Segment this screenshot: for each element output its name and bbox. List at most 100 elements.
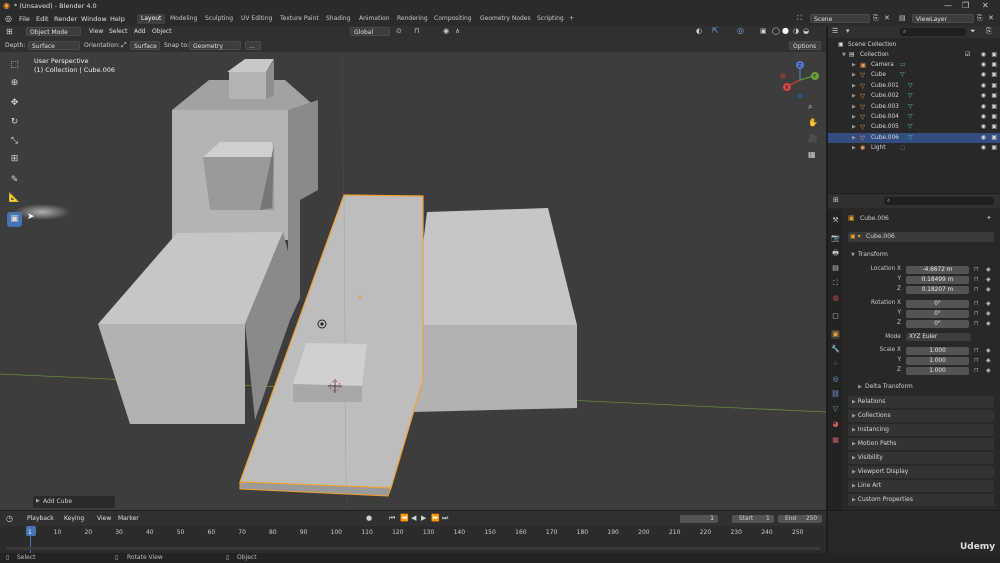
editor-type-icon[interactable]: ⊞ <box>6 27 13 36</box>
eye-icon[interactable]: ◉ <box>981 102 986 112</box>
keyframe-icon[interactable]: ◆ <box>986 286 991 293</box>
zoom-icon[interactable]: ⌕ <box>808 102 812 112</box>
add-workspace-button[interactable]: + <box>565 14 578 24</box>
lock-icon[interactable]: ⊓ <box>974 320 979 327</box>
expand-icon[interactable]: ▶ <box>852 143 856 153</box>
outliner-item[interactable]: ▶ ▣ Camera ▭ ◉ ▣ <box>828 60 1000 70</box>
expand-icon[interactable]: ▶ <box>852 122 856 132</box>
panel-line-art[interactable]: ▶ Line Art <box>848 480 994 492</box>
new-collection-icon[interactable]: ⎘ <box>986 27 992 36</box>
location-z-field[interactable]: 0.18207 m <box>906 286 969 294</box>
outliner-scene-collection[interactable]: ▣ Scene Collection <box>828 40 1000 50</box>
outliner-item[interactable]: ▶ ✺ Light ◌ ◉ ▣ <box>828 143 1000 153</box>
lock-icon[interactable]: ⊓ <box>974 300 979 307</box>
menu-add[interactable]: Add <box>131 27 149 36</box>
render-camera-icon[interactable]: ▣ <box>991 70 997 80</box>
measure-tool-icon[interactable]: 📐 <box>7 191 22 206</box>
scale-z-field[interactable]: 1.000 <box>906 367 969 375</box>
panel-relations[interactable]: ▶ Relations <box>848 396 994 408</box>
render-camera-icon[interactable]: ▣ <box>991 102 997 112</box>
eye-icon[interactable]: ◉ <box>981 122 986 132</box>
world-tab-icon[interactable]: ◍ <box>831 294 840 303</box>
expand-icon[interactable]: ▶ <box>852 91 856 101</box>
cursor-tool-icon[interactable]: ⊕ <box>7 76 22 91</box>
shading-wireframe-icon[interactable]: ◯ <box>772 27 780 35</box>
scale-y-field[interactable]: 1.000 <box>906 357 969 365</box>
expand-icon[interactable]: ▶ <box>852 70 856 80</box>
menu-select[interactable]: Select <box>106 27 131 36</box>
properties-search-input[interactable]: ⌕ <box>884 197 994 205</box>
outliner-item[interactable]: ▶ ▽ Cube.002 ▽ ◉ ▣ <box>828 91 1000 101</box>
eye-icon[interactable]: ◉ <box>981 91 986 101</box>
jump-end-icon[interactable]: ⏭ <box>442 514 448 523</box>
menu-object[interactable]: Object <box>149 27 175 36</box>
data-tab-icon[interactable]: ▽ <box>831 405 840 414</box>
pivot-icon[interactable]: ⊙ <box>396 27 402 35</box>
render-camera-icon[interactable]: ▣ <box>991 143 997 153</box>
xray-icon[interactable]: ▣ <box>760 27 767 35</box>
tab-uv-editing[interactable]: UV Editing <box>237 14 276 24</box>
render-camera-icon[interactable]: ▣ <box>991 60 997 70</box>
keyframe-icon[interactable]: ◆ <box>986 266 991 273</box>
add-cube-tool-icon[interactable]: ▣ <box>7 212 22 227</box>
delta-transform-header[interactable]: ▶ Delta Transform <box>856 382 994 392</box>
lock-icon[interactable]: ⊓ <box>974 347 979 354</box>
expand-icon[interactable]: ▶ <box>852 112 856 122</box>
snap-to-selector[interactable]: Geometry <box>189 41 241 50</box>
timeline-scrollbar[interactable] <box>6 547 820 550</box>
play-icon[interactable]: ▶ <box>421 514 426 522</box>
last-operator-panel[interactable]: ▶ Add Cube <box>33 496 115 508</box>
move-tool-icon[interactable]: ✥ <box>7 96 22 111</box>
menu-edit[interactable]: Edit <box>36 15 49 23</box>
keyframe-icon[interactable]: ◆ <box>986 347 991 354</box>
proportional-edit-icon[interactable]: ◉ <box>443 27 449 35</box>
render-camera-icon[interactable]: ▣ <box>991 50 997 60</box>
tab-texture-paint[interactable]: Texture Paint <box>276 14 323 24</box>
keyframe-icon[interactable]: ◆ <box>986 320 991 327</box>
scale-tool-icon[interactable]: ⤡ <box>7 134 22 149</box>
timeline-editor-icon[interactable]: ◷ <box>6 514 13 523</box>
keyframe-icon[interactable]: ◆ <box>986 276 991 283</box>
camera-view-icon[interactable]: 🎥 <box>808 134 818 143</box>
expand-icon[interactable]: ▶ <box>852 133 856 143</box>
delete-scene-icon[interactable]: ✕ <box>884 14 890 22</box>
eye-icon[interactable]: ◉ <box>981 60 986 70</box>
tab-layout[interactable]: Layout <box>137 14 166 24</box>
scale-x-field[interactable]: 1.000 <box>906 347 969 355</box>
menu-playback[interactable]: Playback <box>24 514 57 523</box>
mode-selector[interactable]: Object Mode <box>26 27 81 36</box>
tab-compositing[interactable]: Compositing <box>430 14 476 24</box>
tab-scripting[interactable]: Scripting <box>533 14 568 24</box>
lock-icon[interactable]: ⊓ <box>974 367 979 374</box>
maximize-icon[interactable]: ❐ <box>962 1 969 10</box>
panel-instancing[interactable]: ▶ Instancing <box>848 424 994 436</box>
lock-icon[interactable]: ⊓ <box>974 266 979 273</box>
menu-view[interactable]: View <box>86 27 106 36</box>
3d-viewport[interactable]: User Perspective (1) Collection | Cube.0… <box>0 52 826 510</box>
outliner-item[interactable]: ▶ ▽ Cube.003 ▽ ◉ ▣ <box>828 102 1000 112</box>
particles-tab-icon[interactable]: ⁘ <box>831 360 840 369</box>
scene-tab-icon[interactable]: ⛶ <box>831 279 840 288</box>
navigation-gizmo[interactable]: Z Y X <box>780 60 820 104</box>
select-box-tool-icon[interactable]: ⬚ <box>7 58 22 73</box>
panel-custom-properties[interactable]: ▶ Custom Properties <box>848 494 994 506</box>
outliner-item[interactable]: ▶ ▽ Cube.006 ▽ ◉ ▣ <box>828 132 1000 143</box>
keyframe-icon[interactable]: ◆ <box>986 367 991 374</box>
new-scene-icon[interactable]: ⎘ <box>873 14 879 23</box>
outliner-item[interactable]: ▶ ▽ Cube.001 ▽ ◉ ▣ <box>828 81 1000 91</box>
tab-rendering[interactable]: Rendering <box>393 14 432 24</box>
menu-help[interactable]: Help <box>110 15 125 23</box>
play-reverse-icon[interactable]: ◀ <box>411 514 416 522</box>
jump-keyframe-forward-icon[interactable]: ⏩ <box>431 514 440 522</box>
eye-icon[interactable]: ◉ <box>981 70 986 80</box>
new-view-layer-icon[interactable]: ⎘ <box>977 14 983 23</box>
falloff-icon[interactable]: ∧ <box>455 27 460 35</box>
expand-icon[interactable]: ▶ <box>852 102 856 112</box>
rotation-z-field[interactable]: 0° <box>906 320 969 328</box>
menu-window[interactable]: Window <box>81 15 107 23</box>
keyframe-icon[interactable]: ◆ <box>986 357 991 364</box>
rotate-tool-icon[interactable]: ↻ <box>7 115 22 130</box>
panel-motion-paths[interactable]: ▶ Motion Paths <box>848 438 994 450</box>
constraints-tab-icon[interactable]: ⛓ <box>831 390 840 399</box>
jump-start-icon[interactable]: ⏮ <box>389 514 395 523</box>
